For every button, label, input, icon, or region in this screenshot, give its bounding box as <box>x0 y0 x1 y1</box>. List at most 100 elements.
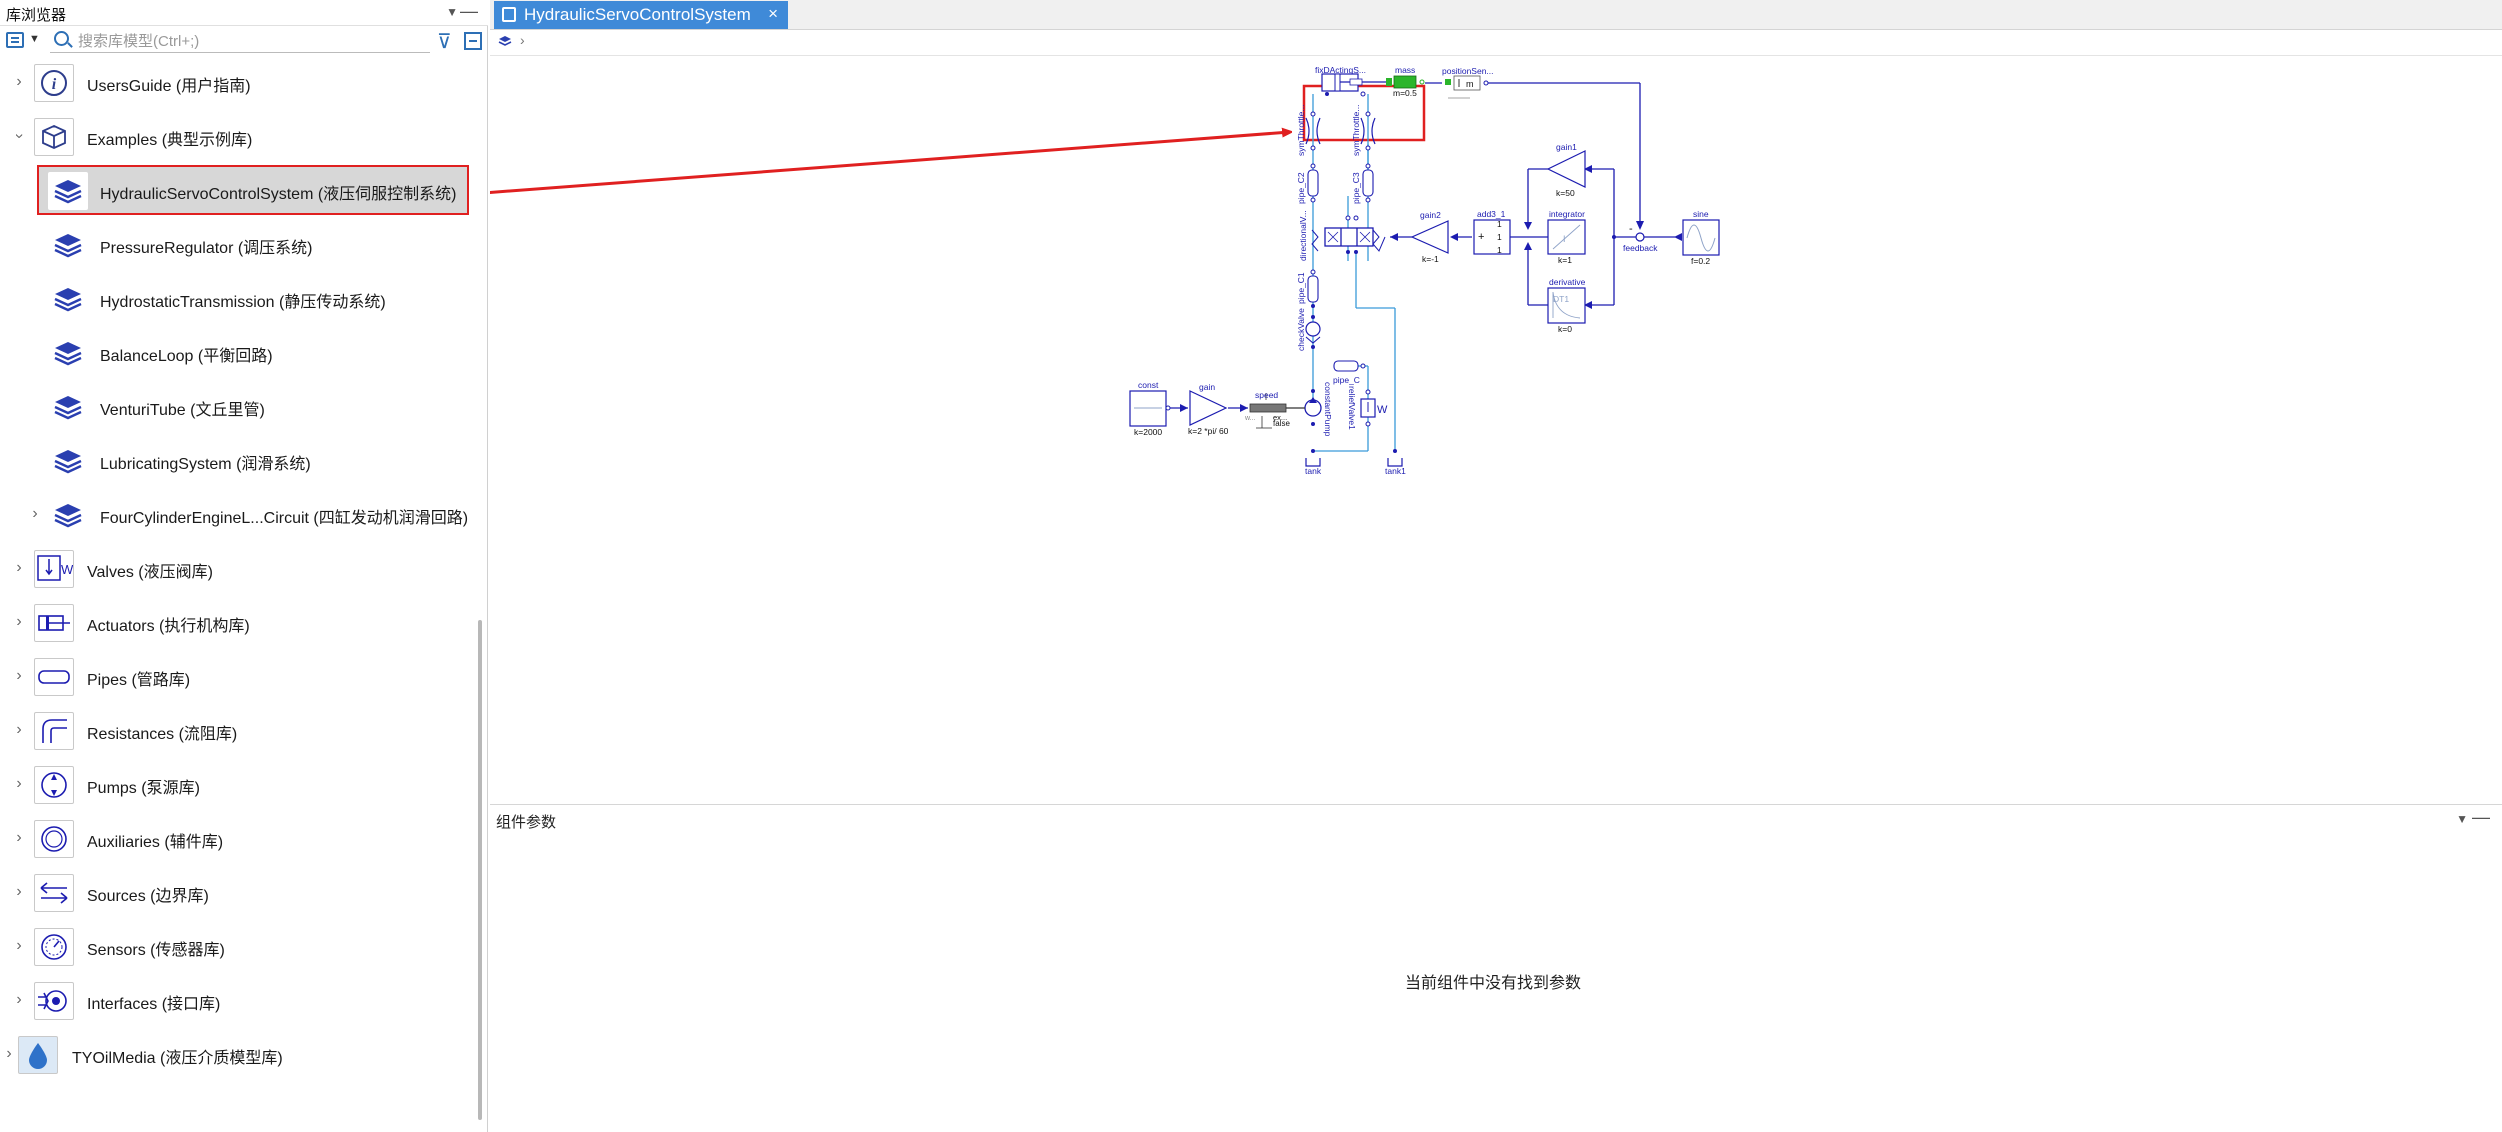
tank1[interactable]: tank1 <box>1385 449 1406 476</box>
label-reliefvalve1: reliefValve1 <box>1347 386 1357 430</box>
tree-item-lubricatingsystem[interactable]: LubricatingSystem (润滑系统) <box>0 434 478 488</box>
tree-item-valves[interactable]: › W Valves (液压阀库) <box>0 542 478 596</box>
tree-item-pressureregulator[interactable]: PressureRegulator (调压系统) <box>0 218 478 272</box>
expand-arrow-icon[interactable]: › <box>12 883 26 901</box>
library-search <box>50 29 430 53</box>
panel-minimize-icon[interactable]: — <box>2472 807 2490 828</box>
tree-item-hydrostatictransmission[interactable]: HydrostaticTransmission (静压传动系统) <box>0 272 478 326</box>
tree-item-fourcylinderengine[interactable]: › FourCylinderEngineL...Circuit (四缸发动机润滑… <box>0 488 478 542</box>
panel-menu-dropdown-icon[interactable]: ▼ <box>2456 812 2468 826</box>
pipe-c1[interactable]: pipe_C1 <box>1296 269 1319 308</box>
label-sine: sine <box>1693 209 1709 219</box>
label-fixdacting: fixDActingS... <box>1315 65 1366 75</box>
model-diagram-canvas[interactable]: fixDActingS... mass m=0.5 m positionSen.… <box>490 56 2502 804</box>
expand-arrow-icon[interactable]: › <box>28 505 42 523</box>
integrator-symbol: I <box>1563 234 1566 244</box>
layers-icon <box>48 388 88 426</box>
tree-item-sensors[interactable]: › Sensors (传感器库) <box>0 920 478 974</box>
gain-block[interactable]: gain k=2 *pi/ 60 <box>1188 382 1229 436</box>
sym-throttle-left[interactable]: symThrottle... <box>1296 105 1321 156</box>
tree-item-hydraulicservocontrolsystem[interactable]: HydraulicServoControlSystem (液压伺服控制系统) <box>0 164 478 218</box>
gauge-icon <box>34 928 74 966</box>
gain2-block[interactable]: gain2 k=-1 <box>1410 210 1449 264</box>
tree-item-label: PressureRegulator (调压系统) <box>100 240 313 257</box>
view-mode-icon[interactable] <box>6 32 24 48</box>
panel-menu-dropdown-icon[interactable]: ▼ <box>446 5 458 19</box>
tree-item-pumps[interactable]: › Pumps (泵源库) <box>0 758 478 812</box>
view-mode-dropdown-icon[interactable]: ▼ <box>29 33 40 45</box>
tree-item-examples[interactable]: › Examples (典型示例库) <box>0 110 478 164</box>
collapse-arrow-icon[interactable]: › <box>10 129 28 143</box>
speed-source[interactable]: speed w... ex... false <box>1244 390 1305 429</box>
derivative-symbol: DT1 <box>1553 294 1569 304</box>
fixdacting-cylinder[interactable]: fixDActingS... <box>1315 65 1386 97</box>
add-gain-3: 1 <box>1497 245 1502 255</box>
tree-item-actuators[interactable]: › Actuators (执行机构库) <box>0 596 478 650</box>
param-gain1-k: k=50 <box>1556 188 1575 198</box>
expand-arrow-icon[interactable]: › <box>12 991 26 1009</box>
tree-item-interfaces[interactable]: › Interfaces (接口库) <box>0 974 478 1028</box>
expand-arrow-icon[interactable]: › <box>12 937 26 955</box>
tree-item-auxiliaries[interactable]: › Auxiliaries (辅件库) <box>0 812 478 866</box>
tree-item-tyoilmedia[interactable]: › TYOilMedia (液压介质模型库) <box>0 1028 478 1082</box>
label-pipe-c2: pipe_C2 <box>1296 172 1306 204</box>
label-directionalv: directionalV... <box>1298 210 1308 261</box>
tank[interactable]: tank <box>1305 449 1322 476</box>
collapse-all-icon[interactable] <box>464 32 482 50</box>
tree-item-label: Valves (液压阀库) <box>87 564 213 581</box>
integrator-block[interactable]: I integrator k=1 <box>1547 209 1586 265</box>
no-parameters-message: 当前组件中没有找到参数 <box>1404 975 1581 992</box>
tree-item-usersguide[interactable]: › i UsersGuide (用户指南) <box>0 56 478 110</box>
tree-item-venturitube[interactable]: VenturiTube (文丘里管) <box>0 380 478 434</box>
library-browser-title: 库浏览器 <box>6 7 67 24</box>
signal-lines <box>1168 82 1675 409</box>
label-const: const <box>1138 380 1159 390</box>
expand-arrow-icon[interactable]: › <box>2 1045 16 1063</box>
layers-icon <box>48 226 88 264</box>
panel-minimize-icon[interactable]: — <box>460 1 478 22</box>
tree-item-pipes[interactable]: › Pipes (管路库) <box>0 650 478 704</box>
tree-item-label: FourCylinderEngineL...Circuit (四缸发动机润滑回路… <box>100 510 469 527</box>
library-search-input[interactable] <box>78 30 423 52</box>
constant-pump[interactable]: constantPump <box>1304 382 1333 437</box>
breadcrumb-chevron-icon[interactable]: › <box>520 32 525 48</box>
expand-arrow-icon[interactable]: › <box>12 829 26 847</box>
derivative-block[interactable]: DT1 derivative k=0 <box>1547 277 1586 334</box>
breadcrumb-root-icon[interactable] <box>498 35 512 49</box>
sine-source[interactable]: sine f=0.2 <box>1682 209 1720 266</box>
close-tab-icon[interactable]: × <box>768 4 778 24</box>
label-speed: speed <box>1255 390 1278 400</box>
pipe-c[interactable]: pipe_C <box>1333 360 1366 385</box>
position-sensor[interactable]: m positionSen... <box>1442 66 1494 99</box>
directional-valve[interactable]: directionalV... <box>1298 210 1386 261</box>
tree-item-resistances[interactable]: › Resistances (流阻库) <box>0 704 478 758</box>
check-valve[interactable]: checkValve <box>1296 308 1321 351</box>
sym-throttle-right[interactable]: symThrottle... <box>1351 105 1376 156</box>
label-positionsen: positionSen... <box>1442 66 1494 76</box>
label-pipe-c1: pipe_C1 <box>1296 272 1306 304</box>
pipe-c3[interactable]: pipe_C3 <box>1351 163 1374 204</box>
expand-arrow-icon[interactable]: › <box>12 775 26 793</box>
label-checkvalve: checkValve <box>1296 308 1306 351</box>
expand-arrow-icon[interactable]: › <box>12 613 26 631</box>
add3-block[interactable]: + 1 1 1 add3_1 <box>1473 209 1511 255</box>
tree-item-balanceloop[interactable]: BalanceLoop (平衡回路) <box>0 326 478 380</box>
expand-arrow-icon[interactable]: › <box>12 721 26 739</box>
expand-arrow-icon[interactable]: › <box>12 73 26 91</box>
pipe-c2[interactable]: pipe_C2 <box>1296 163 1319 204</box>
tree-item-sources[interactable]: › Sources (边界库) <box>0 866 478 920</box>
library-scrollbar[interactable] <box>478 620 482 1120</box>
expand-arrow-icon[interactable]: › <box>12 667 26 685</box>
tree-item-label: HydrostaticTransmission (静压传动系统) <box>100 294 386 311</box>
mass-block[interactable]: mass m=0.5 <box>1386 65 1425 98</box>
filter-icon[interactable]: ⊽ <box>437 29 452 54</box>
const-source[interactable]: const k=2000 <box>1129 380 1171 437</box>
label-mass: mass <box>1395 65 1415 75</box>
relief-valve[interactable]: W reliefValve1 <box>1347 386 1388 430</box>
gain1-block[interactable]: gain1 k=50 <box>1546 142 1586 198</box>
tree-item-label: Sources (边界库) <box>87 888 209 905</box>
feedback-block[interactable]: - feedback <box>1612 223 1658 253</box>
breadcrumb: › <box>490 30 2502 56</box>
expand-arrow-icon[interactable]: › <box>12 559 26 577</box>
tab-hydraulicservocontrolsystem[interactable]: HydraulicServoControlSystem × <box>494 1 788 29</box>
